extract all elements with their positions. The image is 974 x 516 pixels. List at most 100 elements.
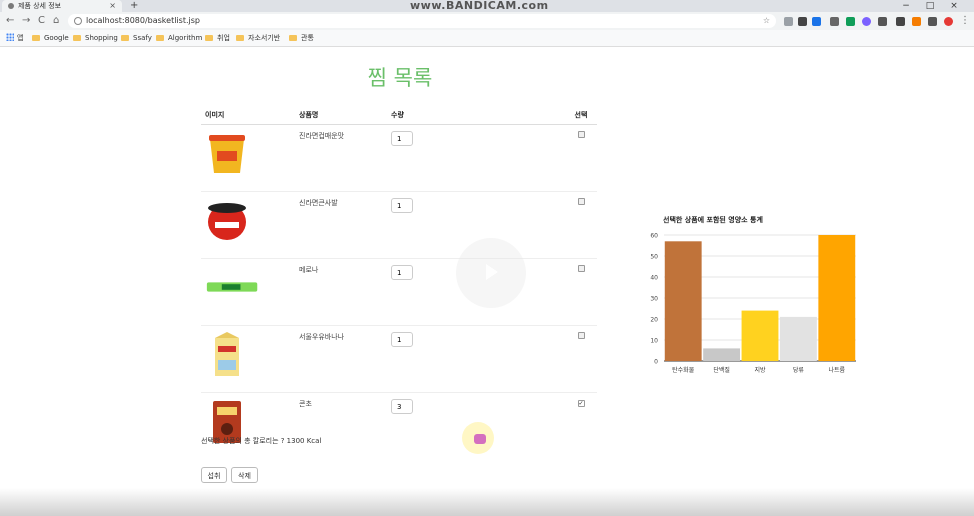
table-row: 콘초 ✓ [201,392,597,459]
product-image-cell [201,258,295,326]
select-cell [565,258,597,326]
y-tick-label: 30 [650,296,658,303]
chart-bar [818,235,856,361]
bookmark-google[interactable]: Google [32,30,69,46]
forward-arrow-icon[interactable]: → [22,14,30,28]
x-tick-label: 탄수화물 [672,366,695,374]
quantity-cell [387,124,565,192]
delete-button[interactable]: 삭제 [231,467,258,483]
ramen-cup-icon [209,135,245,173]
product-image-cell [201,124,295,192]
browser-tab[interactable]: 제품 상세 정보 × [2,0,122,12]
y-tick-label: 40 [650,275,658,282]
bookmark-apps[interactable]: 앱 [6,30,23,46]
product-shape [215,338,239,376]
new-tab-button[interactable]: + [130,0,138,12]
extension-icon[interactable] [912,17,921,26]
back-arrow-icon[interactable]: ← [6,14,14,28]
chart-title: 선택한 상품에 포함된 영양소 통계 [663,216,763,224]
chart-bar [741,310,779,361]
product-name: 콘초 [295,392,387,459]
milk-carton-icon [215,332,239,376]
y-tick-label: 0 [654,359,658,366]
select-cell [565,124,597,192]
table-row: 진라면컵매운맛 [201,124,597,192]
video-play-overlay[interactable] [456,238,526,308]
quantity-input[interactable] [391,265,413,280]
select-checkbox[interactable]: ✓ [577,400,585,407]
product-name: 메로나 [295,258,387,326]
tab-close-icon[interactable]: × [109,0,116,12]
extension-icon[interactable] [896,17,905,26]
column-header-image: 이미지 [201,105,295,125]
basket-table: 이미지 상품명 수량 선택 진라면컵매운맛 1 신라면큰사발 1 메로나 1 서… [201,105,597,459]
bookmark-ssafy[interactable]: Ssafy [121,30,152,46]
bookmark-shopping[interactable]: Shopping [73,30,118,46]
maximize-button[interactable]: □ [918,0,942,12]
folder-icon [32,35,40,41]
extension-icon[interactable] [862,17,871,26]
x-tick-label: 지방 [754,366,766,374]
cursor-highlight [462,422,494,454]
quantity-input[interactable] [391,399,413,414]
nutrient-bar-chart: 0 10 20 30 40 50 60 탄수화물 단백질 지방 당류 나트륨 [650,233,856,374]
select-checkbox[interactable] [577,131,585,138]
quantity-input[interactable] [391,131,413,146]
bookmark-star-icon[interactable]: ☆ [763,14,770,28]
site-info-icon[interactable] [74,17,82,25]
tab-strip: 제품 상세 정보 × + www.BANDICAM.com − □ × [0,0,974,12]
bookmark-algorithm[interactable]: Algorithm [156,30,202,46]
ramen-bowl-icon [208,203,246,240]
extension-icon[interactable] [846,17,855,26]
extension-icon[interactable] [830,17,839,26]
select-checkbox[interactable] [577,198,585,205]
url-text: localhost:8080/basketlist.jsp [86,16,200,25]
table-header-row: 이미지 상품명 수량 선택 [201,105,597,125]
select-cell [565,325,597,393]
icecream-bar-icon [206,282,258,292]
quantity-input[interactable] [391,198,413,213]
table-row: 신라면큰사발 [201,191,597,259]
folder-icon [205,35,213,41]
column-header-qty: 수량 [387,105,565,125]
product-image-cell [201,191,295,259]
apps-grid-icon [6,33,14,41]
y-tick-label: 20 [650,317,658,324]
y-tick-label: 60 [650,233,658,240]
folder-icon [289,35,297,41]
chart-bar [703,348,741,361]
extension-icon[interactable] [784,17,793,26]
home-icon[interactable]: ⌂ [53,14,59,28]
profile-avatar[interactable] [944,17,953,26]
bookmark-job[interactable]: 취업 [205,30,230,46]
folder-icon [236,35,244,41]
product-image-cell [201,392,295,459]
chart-bar [664,241,702,361]
intake-button[interactable]: 섭취 [201,467,227,483]
product-name: 서울우유바나나 [295,325,387,393]
folder-icon [121,35,129,41]
y-tick-label: 10 [650,338,658,345]
extension-icon[interactable] [878,17,887,26]
product-name: 신라면큰사발 [295,191,387,259]
bookmark-project[interactable]: 관통 [289,30,314,46]
x-tick-label: 단백질 [713,366,730,374]
select-cell [565,191,597,259]
extension-icon[interactable] [798,17,807,26]
extension-icon[interactable] [812,17,821,26]
y-tick-label: 50 [650,254,658,261]
x-tick-label: 당류 [793,366,805,374]
bookmark-resume[interactable]: 자소서기반 [236,30,280,46]
minimize-button[interactable]: − [894,0,918,12]
menu-dots-icon[interactable]: ⋮ [960,14,970,28]
folder-icon [156,35,164,41]
select-checkbox[interactable] [577,265,585,272]
play-icon [486,264,498,280]
select-checkbox[interactable] [577,332,585,339]
reload-icon[interactable]: C [38,14,45,28]
extension-icon[interactable] [928,17,937,26]
tab-title: 제품 상세 정보 [18,2,62,10]
address-bar[interactable]: localhost:8080/basketlist.jsp ☆ [68,14,776,28]
quantity-input[interactable] [391,332,413,347]
close-window-button[interactable]: × [942,0,966,12]
